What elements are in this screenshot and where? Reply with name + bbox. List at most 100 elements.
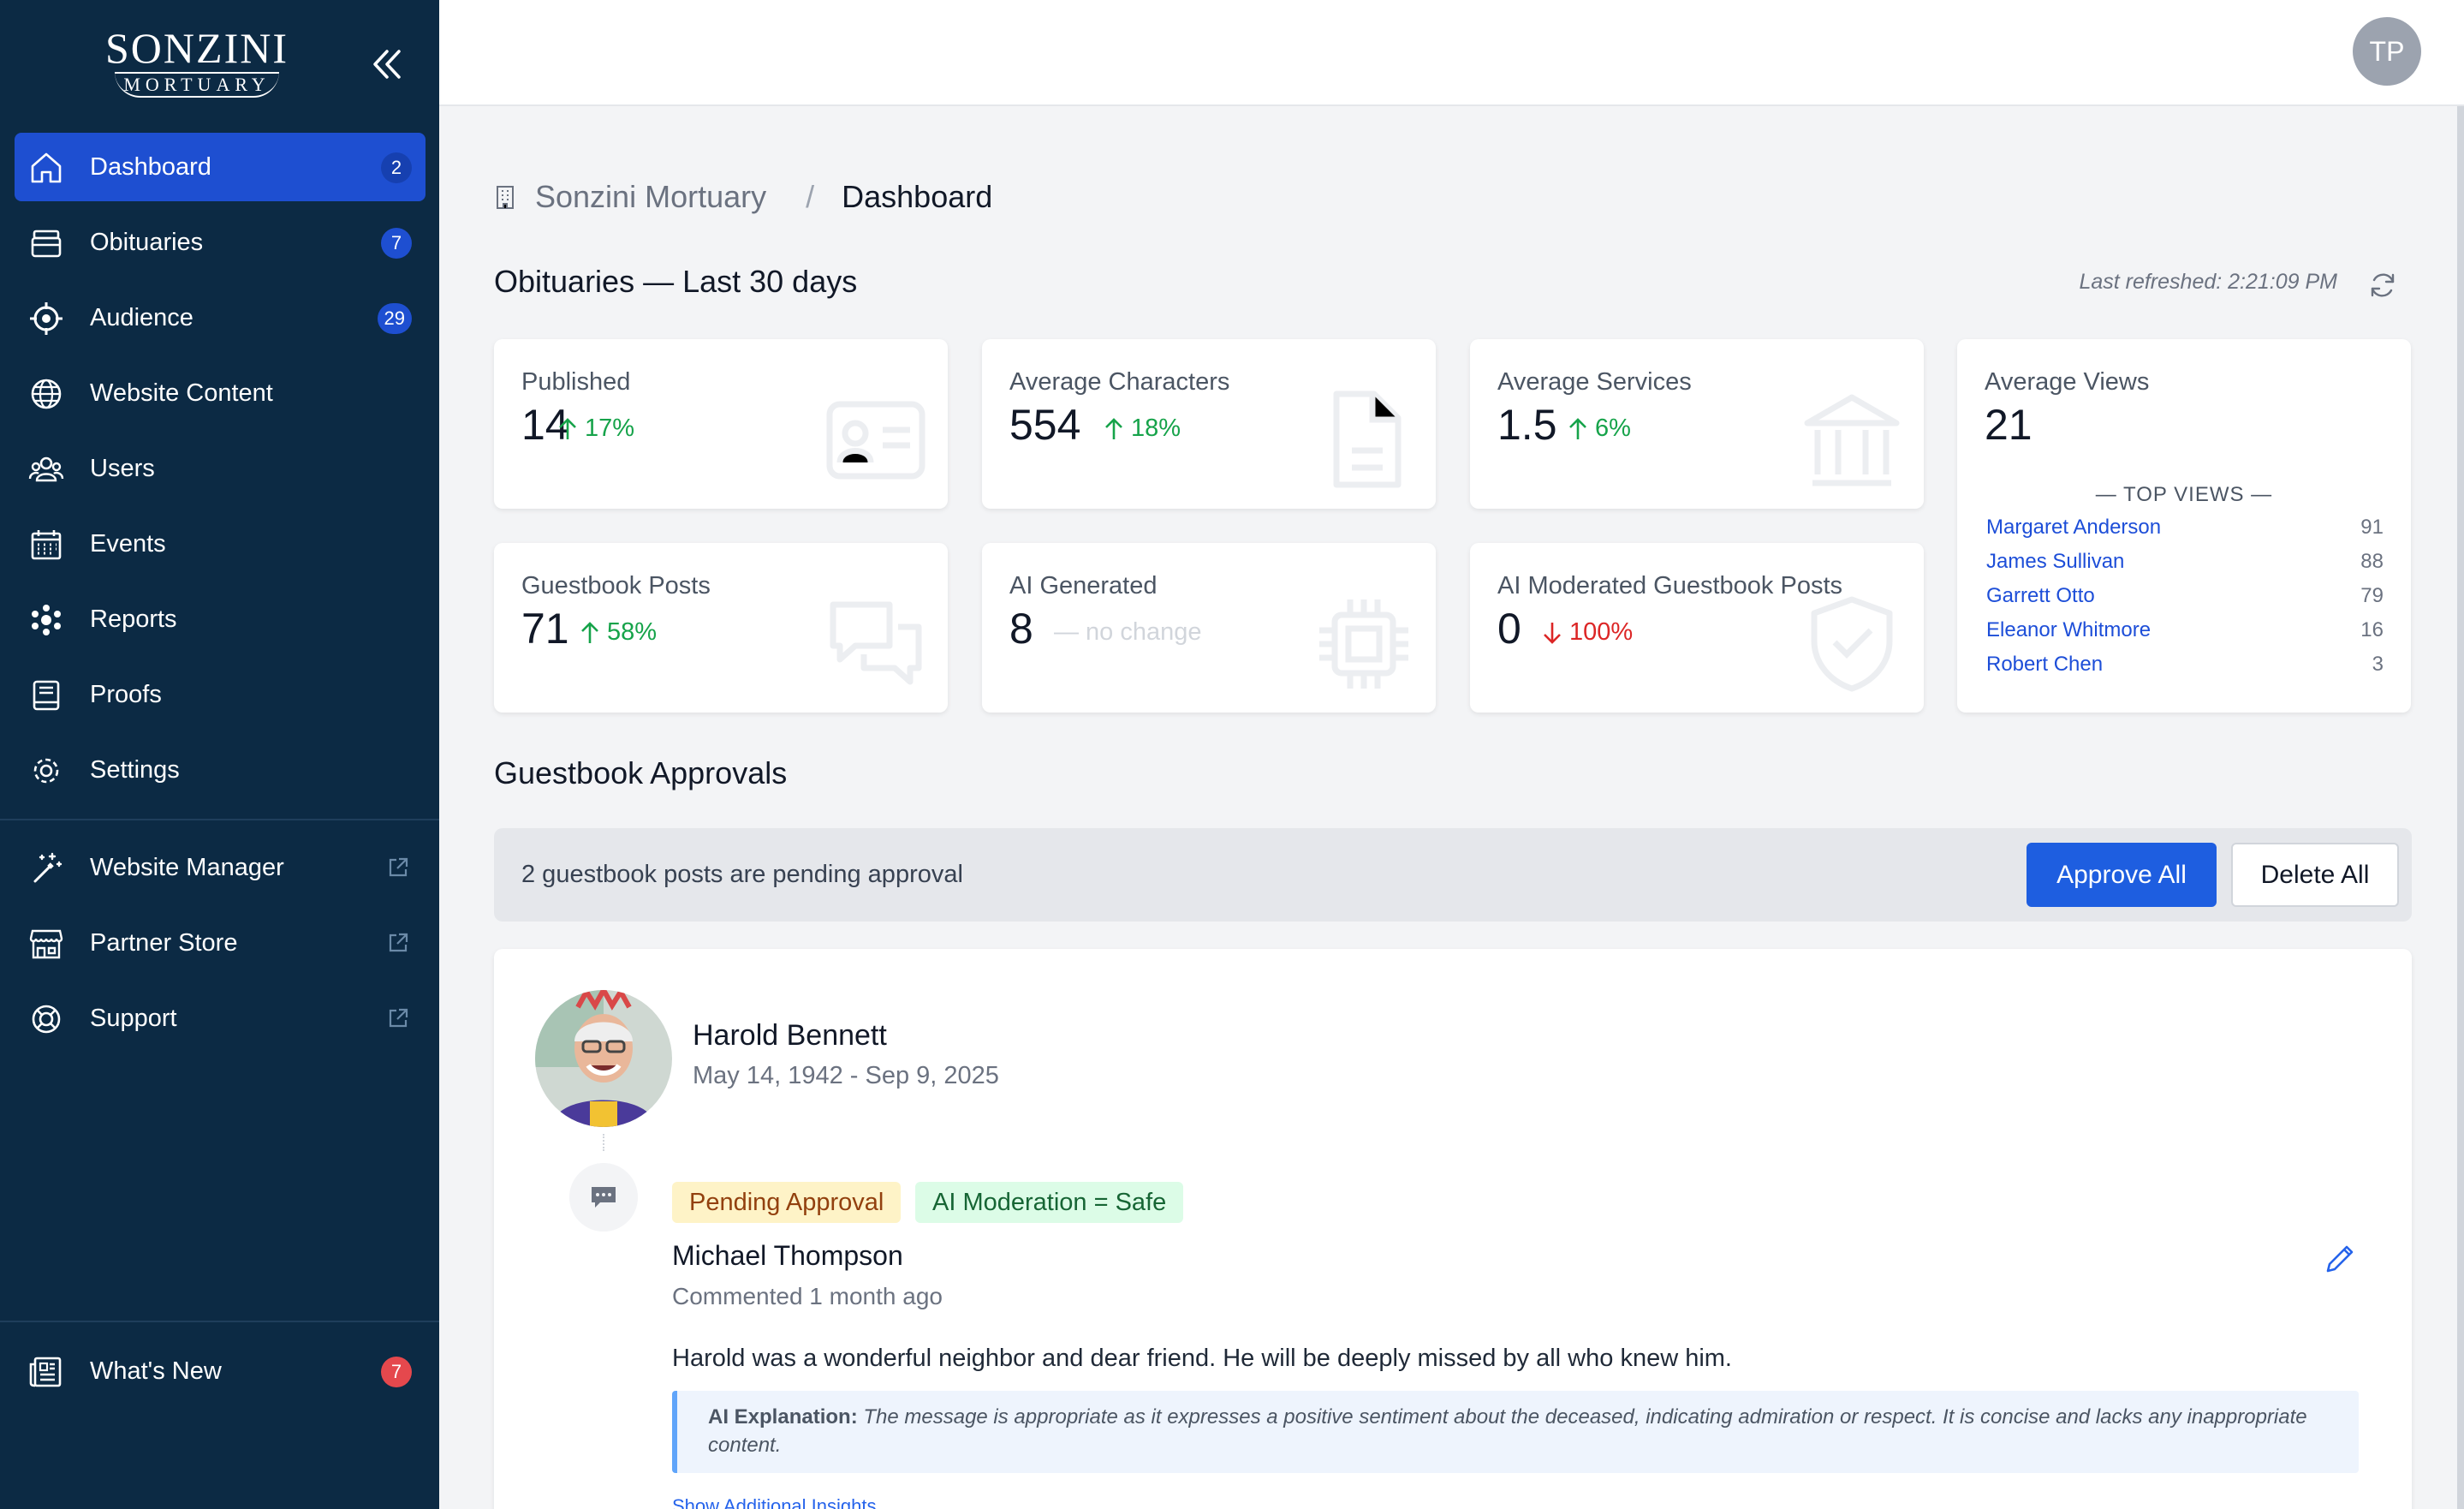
- stat-value: 21: [1985, 401, 2033, 449]
- sidebar-item-label: Obituaries: [90, 229, 204, 256]
- top-view-row: Eleanor Whitmore 16: [1986, 618, 2384, 653]
- book-icon: [33, 680, 60, 711]
- sidebar-item-label: Support: [90, 1005, 177, 1032]
- sidebar-item-dashboard[interactable]: Dashboard 2: [15, 133, 426, 201]
- deceased-dates: May 14, 1942 - Sep 9, 2025: [693, 1062, 999, 1089]
- comment-timestamp: Commented 1 month ago: [672, 1283, 943, 1309]
- sidebar-item-events[interactable]: Events: [15, 510, 426, 578]
- sidebar-item-label: What's New: [90, 1357, 222, 1385]
- top-view-name-link[interactable]: Garrett Otto: [1986, 584, 2095, 618]
- calendar-icon: [31, 530, 62, 560]
- store-icon: [29, 929, 63, 959]
- bank-icon: [1804, 394, 1900, 486]
- sidebar-item-support[interactable]: Support: [15, 984, 426, 1053]
- stat-value: 554: [1009, 401, 1081, 449]
- stat-trend: 100%: [1540, 618, 1633, 647]
- ai-explanation-label: AI Explanation:: [708, 1405, 858, 1428]
- guestbook-post-card: Harold Bennett May 14, 1942 - Sep 9, 202…: [494, 949, 2412, 1509]
- sidebar-item-website-manager[interactable]: Website Manager: [15, 833, 426, 902]
- top-view-row: James Sullivan 88: [1986, 550, 2384, 584]
- breadcrumb-org[interactable]: Sonzini Mortuary: [535, 179, 766, 215]
- sidebar-item-partner-store[interactable]: Partner Store: [15, 909, 426, 977]
- stat-value: 71: [521, 605, 569, 653]
- id-card-icon: [826, 401, 925, 480]
- stat-trend: 58%: [578, 618, 657, 647]
- comment-message: Harold was a wonderful neighbor and dear…: [672, 1345, 1732, 1372]
- breadcrumb-current-page: Dashboard: [842, 179, 993, 214]
- count-badge: 7: [381, 1357, 412, 1387]
- status-badge-pending: Pending Approval: [672, 1182, 902, 1223]
- top-view-count: 88: [2360, 550, 2384, 573]
- sidebar-item-reports[interactable]: Reports: [15, 585, 426, 653]
- count-badge: 7: [381, 228, 412, 259]
- top-view-name-link[interactable]: Robert Chen: [1986, 653, 2103, 687]
- sidebar-item-settings[interactable]: Settings: [15, 736, 426, 804]
- collapse-sidebar-icon[interactable]: [366, 43, 409, 86]
- breadcrumb-separator: /: [806, 179, 815, 214]
- stat-card-average-characters: Average Characters 554 18%: [982, 339, 1436, 509]
- last-refreshed-text: Last refreshed: 2:21:09 PM: [2079, 270, 2337, 294]
- target-icon: [30, 302, 62, 335]
- external-link-icon: [389, 857, 408, 877]
- comment-icon: [569, 1163, 638, 1232]
- arrow-up-icon: [581, 621, 598, 643]
- stat-label: AI Moderated Guestbook Posts: [1497, 572, 1842, 599]
- user-avatar[interactable]: TP: [2353, 17, 2421, 86]
- scrollbar-thumb[interactable]: [2457, 106, 2464, 1509]
- external-link-icon: [389, 1008, 408, 1028]
- show-insights-link[interactable]: Show Additional Insights: [672, 1495, 877, 1509]
- stat-trend: 18%: [1102, 415, 1181, 443]
- sidebar-item-label: Events: [90, 530, 166, 558]
- top-view-row: Robert Chen 3: [1986, 653, 2384, 687]
- top-view-name-link[interactable]: Eleanor Whitmore: [1986, 618, 2151, 653]
- count-badge: 2: [381, 152, 412, 183]
- stat-label: AI Generated: [1009, 572, 1158, 599]
- arrow-up-icon: [559, 417, 576, 439]
- logo-sub-text: MORTUARY: [115, 72, 279, 98]
- sidebar-item-label: Website Manager: [90, 854, 284, 881]
- globe-icon: [31, 379, 62, 409]
- archive-icon: [31, 230, 62, 258]
- cpu-chip-icon: [1319, 599, 1408, 689]
- logo-main-text: SONZINI: [105, 24, 289, 72]
- sidebar-item-label: Audience: [90, 304, 193, 331]
- users-icon: [28, 456, 64, 482]
- stat-label: Average Views: [1985, 368, 2150, 396]
- stat-value: 8: [1009, 605, 1033, 653]
- sidebar-item-label: Reports: [90, 605, 177, 633]
- sidebar-item-proofs[interactable]: Proofs: [15, 660, 426, 729]
- sidebar-item-label: Proofs: [90, 681, 162, 708]
- stat-trend-value: 6%: [1595, 415, 1631, 442]
- top-view-row: Margaret Anderson 91: [1986, 516, 2384, 550]
- magic-wand-icon: [33, 852, 62, 883]
- building-icon: [497, 186, 514, 209]
- sidebar-item-audience[interactable]: Audience 29: [15, 283, 426, 352]
- stat-trend: 6%: [1566, 415, 1631, 443]
- sidebar-item-website-content[interactable]: Website Content: [15, 359, 426, 427]
- top-view-name-link[interactable]: Margaret Anderson: [1986, 516, 2161, 550]
- sidebar-item-obituaries[interactable]: Obituaries 7: [15, 208, 426, 277]
- top-view-count: 91: [2360, 516, 2384, 539]
- stat-trend-value: — no change: [1054, 618, 1202, 646]
- stat-label: Average Services: [1497, 368, 1692, 396]
- refresh-icon[interactable]: [2367, 270, 2398, 301]
- sidebar-item-label: Settings: [90, 756, 180, 784]
- sidebar-item-label: Partner Store: [90, 929, 238, 957]
- sidebar-item-users[interactable]: Users: [15, 434, 426, 503]
- deceased-name[interactable]: Harold Bennett: [693, 1019, 887, 1053]
- sidebar-item-whats-new[interactable]: What's New 7: [15, 1337, 426, 1405]
- stat-label: Average Characters: [1009, 368, 1230, 396]
- delete-all-button[interactable]: Delete All: [2231, 843, 2399, 907]
- stat-card-average-services: Average Services 1.5 6%: [1470, 339, 1924, 509]
- sidebar-divider: [0, 1321, 439, 1322]
- top-view-row: Garrett Otto 79: [1986, 584, 2384, 618]
- top-view-count: 16: [2360, 618, 2384, 641]
- edit-pencil-icon[interactable]: [2321, 1240, 2359, 1278]
- top-view-name-link[interactable]: James Sullivan: [1986, 550, 2124, 584]
- approve-all-button[interactable]: Approve All: [2027, 843, 2217, 907]
- sidebar-item-label: Website Content: [90, 379, 273, 407]
- sonzini-logo[interactable]: SONZINI MORTUARY: [94, 26, 300, 103]
- chat-bubbles-icon: [830, 601, 922, 685]
- ai-explanation-box: AI Explanation: The message is appropria…: [672, 1391, 2359, 1473]
- stat-value: 1.5: [1497, 401, 1557, 449]
